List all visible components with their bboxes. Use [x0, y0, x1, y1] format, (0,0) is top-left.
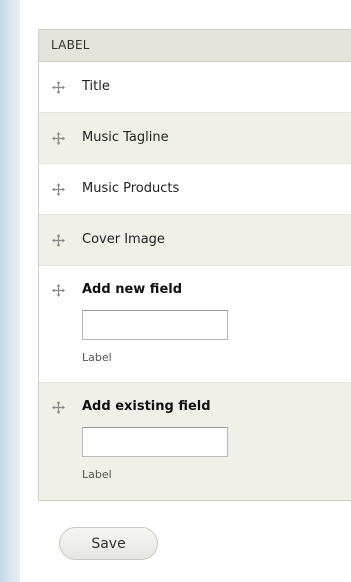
- drag-handle-icon[interactable]: [52, 284, 65, 297]
- save-button[interactable]: Save: [59, 527, 158, 560]
- add-new-field-description: Label: [82, 351, 112, 364]
- add-existing-field-label: Add existing field: [82, 399, 211, 414]
- drag-handle-icon[interactable]: [52, 234, 65, 247]
- row-label-music-products: Music Products: [82, 181, 180, 196]
- drag-handle-icon[interactable]: [52, 81, 65, 94]
- add-new-field-label: Add new field: [82, 282, 183, 297]
- row-label-title: Title: [82, 79, 110, 94]
- drag-handle-icon[interactable]: [52, 132, 65, 145]
- table-row-title: Title: [39, 62, 351, 113]
- table-row-music-products: Music Products: [39, 164, 351, 215]
- add-new-field-input[interactable]: [82, 310, 228, 340]
- table-row-music-tagline: Music Tagline: [39, 113, 351, 164]
- drag-handle-icon[interactable]: [52, 183, 65, 196]
- page-background: [0, 0, 20, 582]
- table-row-add-existing-field: Add existing field Label: [39, 383, 351, 500]
- drag-handle-icon[interactable]: [52, 401, 65, 414]
- add-existing-field-input[interactable]: [82, 427, 228, 457]
- table-row-cover-image: Cover Image: [39, 215, 351, 266]
- table-header-label: LABEL: [39, 30, 351, 62]
- table-row-add-new-field: Add new field Label: [39, 266, 351, 383]
- add-existing-field-description: Label: [82, 468, 112, 481]
- row-label-cover-image: Cover Image: [82, 232, 165, 247]
- row-label-music-tagline: Music Tagline: [82, 130, 169, 145]
- fields-table: LABEL Title Music Tagline Music Products…: [38, 29, 351, 501]
